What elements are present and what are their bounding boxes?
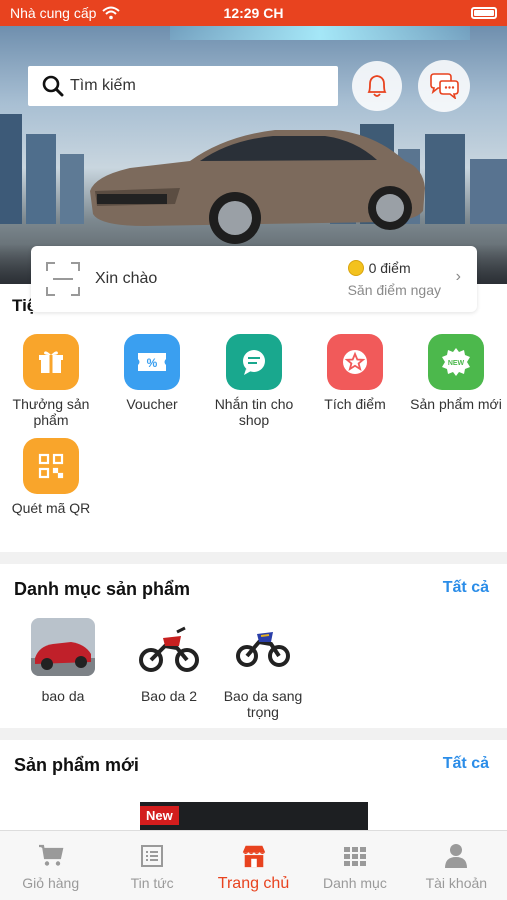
utility-scan-qr[interactable]: Quét mã QR <box>1 438 101 516</box>
tab-cart[interactable]: Giỏ hàng <box>0 831 101 900</box>
grid-icon <box>342 843 368 869</box>
search-placeholder: Tìm kiếm <box>70 77 136 94</box>
search-icon <box>42 75 64 97</box>
banner-light-decoration <box>170 26 470 40</box>
category-label: Bao da sang trọng <box>223 688 303 720</box>
chat-icon <box>226 334 282 390</box>
qr-icon <box>23 438 79 494</box>
greeting-card[interactable]: Xin chào 0 điểm Săn điểm ngay › <box>31 246 477 312</box>
hunt-points-link[interactable]: Săn điểm ngay <box>348 282 441 298</box>
utility-label: Tích điểm <box>324 396 386 412</box>
product-categories-section: Danh mục sản phẩm Tất cả bao da Bao da 2… <box>0 564 507 728</box>
chevron-right-icon: › <box>455 268 461 285</box>
new-products-see-all-link[interactable]: Tất cả <box>443 755 489 773</box>
category-thumbnail <box>231 618 295 676</box>
coin-icon <box>347 260 364 276</box>
bottom-tab-bar: Giỏ hàng Tin tức Trang chủ Danh mục Tài … <box>0 830 507 900</box>
tab-account[interactable]: Tài khoản <box>406 831 507 900</box>
tab-label: Tài khoản <box>425 875 488 891</box>
status-bar: Nhà cung cấp 12:29 CH <box>0 0 507 26</box>
category-item[interactable]: bao da <box>8 618 118 704</box>
category-label: bao da <box>41 688 85 704</box>
utility-label: Voucher <box>126 396 178 412</box>
cart-icon <box>38 843 64 869</box>
utility-reward-products[interactable]: Thưởng sản phẩm <box>1 334 101 428</box>
tab-categories[interactable]: Danh mục <box>304 831 405 900</box>
new-tag-badge: New <box>140 806 179 825</box>
category-thumbnail <box>137 618 201 676</box>
tab-label: Giỏ hàng <box>22 875 80 891</box>
tab-label: Trang chủ <box>217 875 290 892</box>
points-summary: 0 điểm Săn điểm ngay <box>347 260 441 298</box>
category-thumbnail <box>31 618 95 676</box>
svg-text:NEW: NEW <box>448 360 465 367</box>
chat-bubbles-icon <box>430 73 459 99</box>
categories-see-all-link[interactable]: Tất cả <box>443 579 489 597</box>
tab-label: Danh mục <box>323 875 387 891</box>
new-products-section: Sản phẩm mới Tất cả New <box>0 740 507 830</box>
new-products-title: Sản phẩm mới <box>14 755 139 775</box>
utility-label: Sản phẩm mới <box>410 396 502 412</box>
categories-title: Danh mục sản phẩm <box>14 579 191 599</box>
star-icon <box>327 334 383 390</box>
tab-news[interactable]: Tin tức <box>101 831 202 900</box>
utility-voucher[interactable]: % Voucher <box>102 334 202 412</box>
news-icon <box>139 843 165 869</box>
greeting-text: Xin chào <box>95 270 158 287</box>
bell-icon <box>367 75 387 97</box>
battery-icon <box>471 7 497 19</box>
utility-message-shop[interactable]: Nhắn tin cho shop <box>204 334 304 428</box>
notifications-button[interactable] <box>352 61 402 111</box>
gift-icon <box>23 334 79 390</box>
utility-label: Quét mã QR <box>11 500 91 516</box>
user-icon <box>443 843 469 869</box>
points-value: 0 điểm <box>368 260 411 276</box>
tab-label: Tin tức <box>130 875 174 891</box>
messages-button[interactable] <box>418 60 470 112</box>
scan-frame-icon <box>46 262 80 296</box>
utility-label: Thưởng sản phẩm <box>12 396 90 428</box>
svg-text:%: % <box>147 356 158 370</box>
search-input[interactable]: Tìm kiếm <box>28 66 338 106</box>
tab-home[interactable]: Trang chủ <box>203 831 304 900</box>
my-utilities-section: Tiện ích của tôi Thưởng sản phẩm % Vouch… <box>0 284 507 552</box>
utility-new-products[interactable]: NEW Sản phẩm mới <box>406 334 506 412</box>
category-item[interactable]: Bao da sang trọng <box>208 618 318 720</box>
voucher-icon: % <box>124 334 180 390</box>
utility-label: Nhắn tin cho shop <box>214 396 294 428</box>
utility-accumulate-points[interactable]: Tích điểm <box>305 334 405 412</box>
home-store-icon <box>241 843 267 869</box>
status-time: 12:29 CH <box>223 5 284 21</box>
new-badge-icon: NEW <box>428 334 484 390</box>
car-image <box>90 130 425 244</box>
